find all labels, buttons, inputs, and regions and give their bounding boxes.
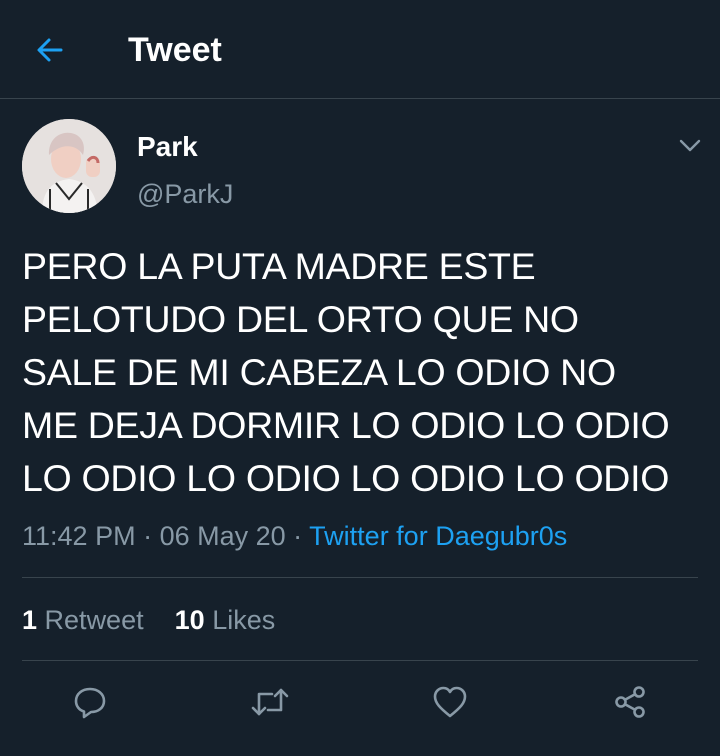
chevron-down-icon [679,139,701,152]
avatar-image [22,119,116,213]
retweet-icon [251,688,289,716]
arrow-left-icon [37,38,63,62]
avatar[interactable] [22,119,116,213]
divider [22,577,698,578]
share-icon [615,686,645,718]
author-name[interactable]: Park [137,131,198,163]
reply-icon [74,687,106,719]
back-button[interactable] [30,30,70,70]
tweet-time: 11:42 PM [22,521,136,551]
retweet-button[interactable] [250,682,290,722]
header-bar: Tweet [0,0,720,99]
reply-button[interactable] [70,682,110,722]
more-options-button[interactable] [674,132,706,160]
tweet-source-link[interactable]: Twitter for Daegubr0s [309,521,567,551]
divider [22,660,698,661]
likes-label: Likes [212,605,276,635]
retweets-label: Retweet [44,605,144,635]
page-title: Tweet [128,31,222,69]
share-button[interactable] [610,682,650,722]
heart-icon [433,686,467,718]
author-handle[interactable]: @ParkJ [137,178,233,210]
like-button[interactable] [430,682,470,722]
likes-count-link[interactable]: 10 Likes [175,605,276,635]
retweets-count: 1 [22,605,38,635]
likes-count: 10 [174,605,205,635]
meta-separator: · [135,521,160,551]
tweet-text: PERO LA PUTA MADRE ESTE PELOTUDO DEL ORT… [22,245,670,499]
tweet-meta: 11:42 PM · 06 May 20 · Twitter for Daegu… [22,518,567,554]
retweets-count-link[interactable]: 1 Retweet [22,605,144,635]
tweet-stats: 1 Retweet 10 Likes [22,602,275,638]
tweet-date: 06 May 20 [159,521,286,551]
meta-separator: · [285,521,310,551]
